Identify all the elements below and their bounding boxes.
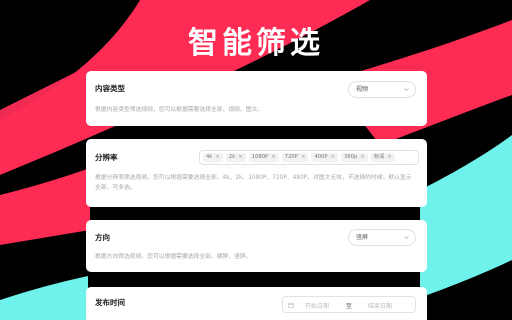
- tag-360p[interactable]: 360p ×: [341, 153, 368, 162]
- orientation-title: 方向: [95, 233, 110, 242]
- tag-label: 1080P: [251, 154, 269, 160]
- tag-4k[interactable]: 4k ×: [203, 153, 223, 162]
- date-start-input[interactable]: 开始日期: [305, 301, 329, 310]
- close-icon[interactable]: ×: [330, 153, 335, 162]
- tag-label: 400P: [314, 154, 328, 160]
- tag-1080p[interactable]: 1080P ×: [248, 153, 279, 162]
- publish-time-title: 发布时间: [95, 298, 125, 307]
- date-separator: 至: [346, 303, 353, 310]
- tag-sd[interactable]: 标清 ×: [370, 153, 395, 162]
- tag-2k[interactable]: 2k ×: [225, 153, 246, 162]
- resolution-description: 根据分辨率筛选视频，您可以根据需要选择全部、4k、2k、1080P、720P、4…: [95, 175, 412, 191]
- close-icon[interactable]: ×: [360, 153, 365, 162]
- orientation-card: 方向 竖屏 根据方向筛选视频，您可以根据需要选择全部、横屏、竖屏。: [86, 220, 427, 272]
- close-icon[interactable]: ×: [271, 153, 276, 162]
- resolution-multiselect[interactable]: 4k × 2k × 1080P × 720P × 400P × 360p × 标清 ×: [199, 150, 419, 165]
- tag-label: 720P: [284, 154, 298, 160]
- publish-time-card: 发布时间 开始日期 至 结束日期: [86, 287, 427, 320]
- chevron-down-icon: [404, 88, 409, 92]
- orientation-select-value: 竖屏: [356, 234, 369, 241]
- tag-720p[interactable]: 720P ×: [281, 153, 309, 162]
- content-type-select-value: 视频: [356, 86, 369, 93]
- close-icon[interactable]: ×: [387, 153, 392, 162]
- orientation-select[interactable]: 竖屏: [348, 229, 416, 246]
- tag-label: 2k: [228, 154, 236, 160]
- orientation-description: 根据方向筛选视频，您可以根据需要选择全部、横屏、竖屏。: [95, 254, 252, 260]
- close-icon[interactable]: ×: [215, 153, 220, 162]
- date-end-input[interactable]: 结束日期: [368, 301, 392, 310]
- calendar-icon: [288, 302, 294, 308]
- content-type-description: 根据内容类型筛选视频，您可以根据需要选择全部、视频、图文。: [95, 107, 264, 113]
- resolution-title: 分辨率: [95, 153, 118, 162]
- content-type-card: 内容类型 视频 根据内容类型筛选视频，您可以根据需要选择全部、视频、图文。: [86, 71, 427, 126]
- content-type-select[interactable]: 视频: [348, 81, 416, 98]
- content-type-title: 内容类型: [95, 84, 125, 93]
- date-range-picker[interactable]: 开始日期 至 结束日期: [282, 296, 416, 313]
- close-icon[interactable]: ×: [238, 153, 243, 162]
- tag-label: 标清: [373, 154, 385, 160]
- page-title: 智能筛选: [188, 26, 324, 61]
- chevron-down-icon: [404, 236, 409, 240]
- resolution-card: 分辨率 4k × 2k × 1080P × 720P × 400P × 360p × 标清 ×…: [86, 139, 427, 207]
- close-icon[interactable]: ×: [301, 153, 306, 162]
- tag-label: 4k: [206, 154, 213, 160]
- tag-400p[interactable]: 400P ×: [311, 153, 339, 162]
- tag-label: 360p: [344, 154, 358, 160]
